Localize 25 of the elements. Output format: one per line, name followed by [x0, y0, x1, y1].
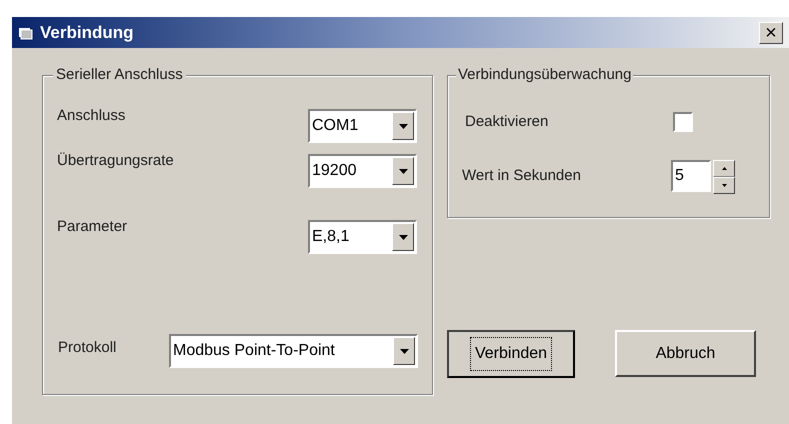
dialog-button[interactable]: Abbruch: [615, 330, 756, 377]
field-label: Protokoll: [58, 338, 118, 358]
checkbox[interactable]: [673, 112, 693, 132]
checkbox-label: Deaktivieren: [465, 112, 550, 132]
window-icon: [18, 26, 34, 40]
down-arrow-icon: [722, 184, 726, 186]
dropdown-arrow-icon: [398, 234, 408, 240]
dropdown[interactable]: COM1: [308, 109, 417, 143]
dropdown-arrow-icon: [398, 168, 408, 174]
dropdown-arrow-icon: [398, 124, 408, 128]
field-label: Übertragungsrate: [57, 151, 175, 171]
group-title: Verbindungsüberwachung: [456, 66, 634, 84]
seconds-field[interactable]: 5: [671, 160, 711, 192]
close-button[interactable]: ×: [759, 22, 783, 44]
dropdown[interactable]: E,8,1: [308, 220, 417, 254]
dropdown-arrow-icon: [400, 348, 408, 354]
field-label: Anschluss: [57, 106, 126, 126]
up-arrow-icon: [722, 166, 726, 170]
window-title: Verbindung: [40, 22, 134, 44]
dropdown[interactable]: 19200: [308, 154, 417, 188]
field-label: Parameter: [57, 217, 128, 237]
dropdown[interactable]: Modbus Point-To-Point: [169, 334, 418, 368]
spin-buttons[interactable]: [713, 160, 735, 194]
field-label: Wert in Sekunden: [462, 166, 582, 186]
dialog-button[interactable]: Verbinden: [447, 330, 575, 378]
